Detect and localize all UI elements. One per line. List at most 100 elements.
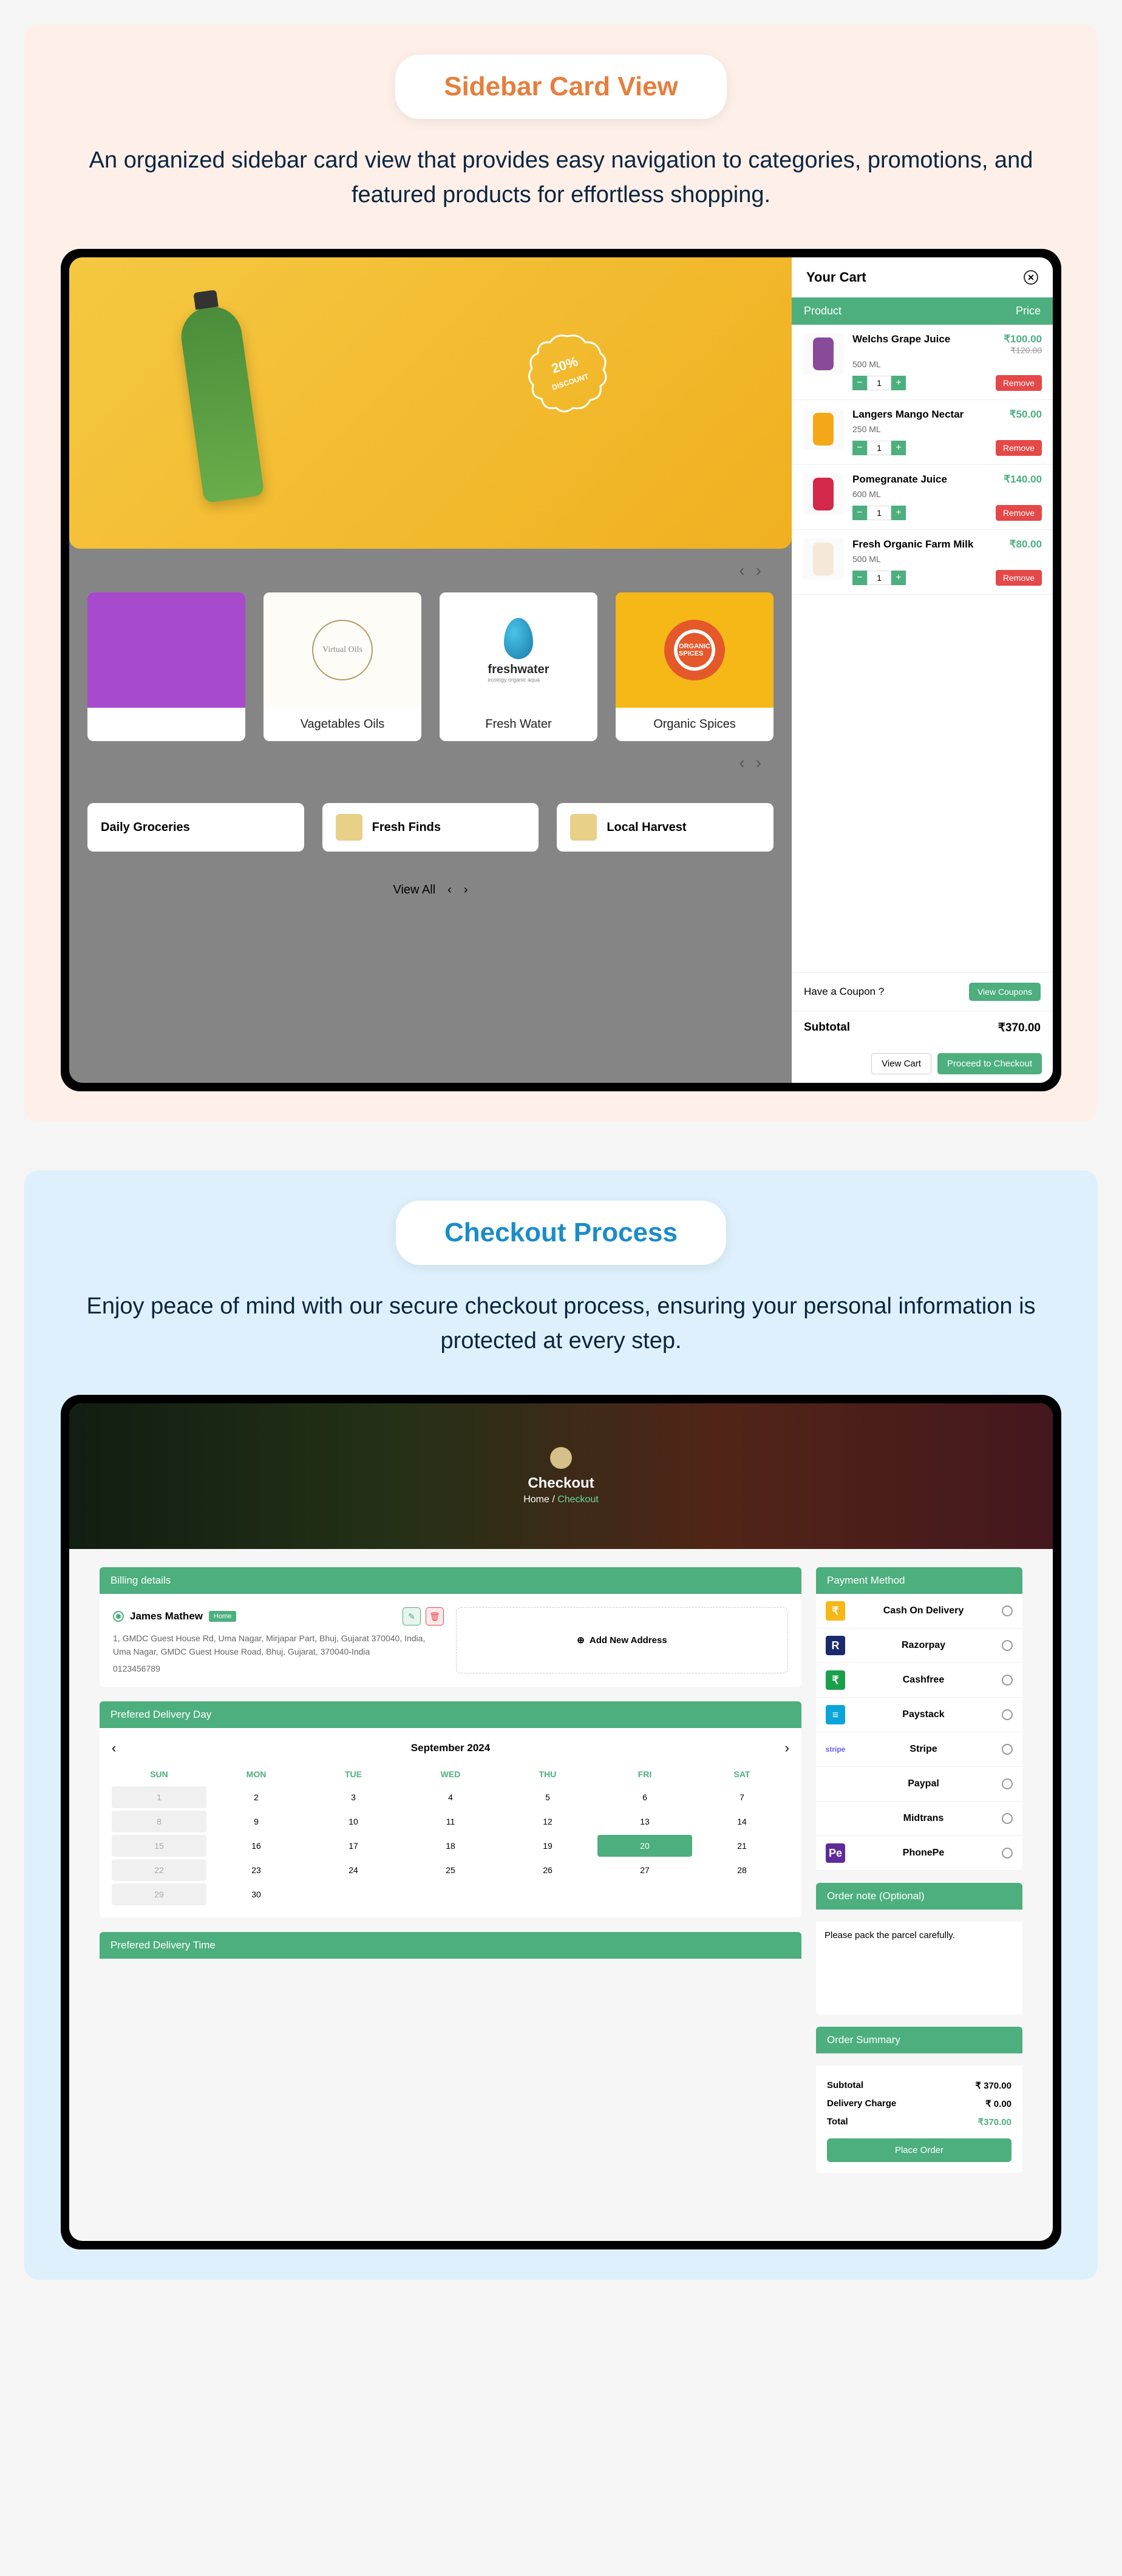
remove-button[interactable]: Remove bbox=[996, 440, 1042, 456]
cal-day[interactable]: 4 bbox=[403, 1786, 498, 1808]
next-icon[interactable]: › bbox=[756, 753, 761, 773]
order-note-input[interactable] bbox=[824, 1930, 1014, 2003]
cal-day[interactable]: 15 bbox=[112, 1835, 206, 1857]
payment-method[interactable]: stripe Stripe bbox=[816, 1732, 1022, 1767]
cal-day[interactable]: 3 bbox=[306, 1786, 401, 1808]
cal-prev-button[interactable]: ‹ bbox=[112, 1740, 116, 1756]
cal-day[interactable]: 5 bbox=[500, 1786, 595, 1808]
mini-card[interactable]: Fresh Finds bbox=[322, 803, 539, 852]
cart-item-name: Langers Mango Nectar bbox=[852, 408, 964, 421]
brand-card[interactable] bbox=[87, 592, 245, 741]
delete-icon[interactable]: 🗑 bbox=[426, 1607, 444, 1625]
mini-card[interactable]: Daily Groceries bbox=[87, 803, 304, 852]
qty-input[interactable] bbox=[867, 571, 891, 585]
summary-panel: Subtotal₹ 370.00Delivery Charge₹ 0.00 To… bbox=[816, 2066, 1022, 2173]
payment-method[interactable]: P Paypal bbox=[816, 1767, 1022, 1802]
cart-sidebar: Your Cart ✕ Product Price Welchs Grape J… bbox=[792, 257, 1053, 1083]
qty-input[interactable] bbox=[867, 376, 891, 390]
view-coupons-button[interactable]: View Coupons bbox=[969, 983, 1041, 1001]
qty-plus-button[interactable]: + bbox=[891, 441, 906, 455]
qty-plus-button[interactable]: + bbox=[891, 571, 906, 585]
remove-button[interactable]: Remove bbox=[996, 570, 1042, 586]
edit-icon[interactable]: ✎ bbox=[403, 1607, 421, 1625]
cal-weekday: MON bbox=[209, 1764, 304, 1784]
add-new-address-button[interactable]: ⊕ Add New Address bbox=[456, 1607, 788, 1673]
cal-day[interactable]: 2 bbox=[209, 1786, 304, 1808]
proceed-checkout-button[interactable]: Proceed to Checkout bbox=[937, 1053, 1042, 1074]
view-all-link[interactable]: View All bbox=[393, 883, 435, 897]
address-card[interactable]: James Mathew Home ✎ 🗑 1, GMDC Guest Hous… bbox=[113, 1607, 444, 1673]
cal-day[interactable]: 28 bbox=[695, 1859, 789, 1881]
radio-selected-icon[interactable] bbox=[113, 1611, 124, 1622]
next-icon[interactable]: › bbox=[756, 561, 761, 580]
crumb-home[interactable]: Home / bbox=[523, 1494, 557, 1505]
cal-day[interactable]: 11 bbox=[403, 1811, 498, 1832]
cal-day[interactable]: 13 bbox=[597, 1811, 692, 1832]
cal-day[interactable]: 26 bbox=[500, 1859, 595, 1881]
col-product: Product bbox=[804, 305, 841, 317]
remove-button[interactable]: Remove bbox=[996, 505, 1042, 521]
radio-icon[interactable] bbox=[1002, 1813, 1013, 1824]
cal-day[interactable]: 21 bbox=[695, 1835, 789, 1857]
qty-minus-button[interactable]: − bbox=[852, 506, 867, 520]
qty-minus-button[interactable]: − bbox=[852, 376, 867, 390]
mini-card[interactable]: Local Harvest bbox=[557, 803, 773, 852]
cal-day[interactable]: 12 bbox=[500, 1811, 595, 1832]
qty-minus-button[interactable]: − bbox=[852, 441, 867, 455]
place-order-button[interactable]: Place Order bbox=[827, 2138, 1011, 2162]
brand-cards-row: Virtual OilsVagetables Oilsfreshwatereco… bbox=[69, 592, 792, 741]
cal-next-button[interactable]: › bbox=[785, 1740, 789, 1756]
cal-day[interactable]: 24 bbox=[306, 1859, 401, 1881]
cal-day[interactable]: 27 bbox=[597, 1859, 692, 1881]
brand-card[interactable]: Virtual OilsVagetables Oils bbox=[264, 592, 421, 741]
cal-day[interactable]: 14 bbox=[695, 1811, 789, 1832]
cal-day[interactable]: 7 bbox=[695, 1786, 789, 1808]
carousel-nav-2: ‹ › bbox=[69, 741, 792, 785]
cal-day[interactable]: 23 bbox=[209, 1859, 304, 1881]
cal-day[interactable]: 25 bbox=[403, 1859, 498, 1881]
qty-minus-button[interactable]: − bbox=[852, 571, 867, 585]
payment-method[interactable]: ₹ Cash On Delivery bbox=[816, 1594, 1022, 1629]
cal-day[interactable]: 6 bbox=[597, 1786, 692, 1808]
cal-day[interactable]: 18 bbox=[403, 1835, 498, 1857]
qty-plus-button[interactable]: + bbox=[891, 376, 906, 390]
qty-plus-button[interactable]: + bbox=[891, 506, 906, 520]
cal-day[interactable]: 8 bbox=[112, 1811, 206, 1832]
close-icon[interactable]: ✕ bbox=[1024, 270, 1038, 285]
qty-input[interactable] bbox=[867, 506, 891, 520]
radio-icon[interactable] bbox=[1002, 1640, 1013, 1651]
section-title: Checkout Process bbox=[444, 1218, 678, 1248]
next-icon[interactable]: › bbox=[464, 883, 468, 897]
cal-day[interactable]: 20 bbox=[597, 1835, 692, 1857]
payment-method[interactable]: ● Midtrans bbox=[816, 1802, 1022, 1836]
prev-icon[interactable]: ‹ bbox=[447, 883, 452, 897]
radio-icon[interactable] bbox=[1002, 1605, 1013, 1616]
radio-icon[interactable] bbox=[1002, 1778, 1013, 1789]
cal-day[interactable]: 10 bbox=[306, 1811, 401, 1832]
payment-method[interactable]: R Razorpay bbox=[816, 1629, 1022, 1663]
cal-day[interactable]: 19 bbox=[500, 1835, 595, 1857]
radio-icon[interactable] bbox=[1002, 1848, 1013, 1859]
prev-icon[interactable]: ‹ bbox=[739, 753, 744, 773]
cart-item-name: Pomegranate Juice bbox=[852, 473, 947, 486]
radio-icon[interactable] bbox=[1002, 1709, 1013, 1720]
mini-cards-row: Daily Groceries Fresh Finds Local Harvest bbox=[69, 785, 792, 870]
cal-day[interactable]: 29 bbox=[112, 1883, 206, 1905]
view-cart-button[interactable]: View Cart bbox=[871, 1053, 931, 1074]
cal-day[interactable]: 30 bbox=[209, 1883, 304, 1905]
cal-day[interactable]: 1 bbox=[112, 1786, 206, 1808]
brand-card[interactable]: freshwaterecology organic aquaFresh Wate… bbox=[440, 592, 597, 741]
cal-day[interactable]: 17 bbox=[306, 1835, 401, 1857]
cal-day[interactable]: 16 bbox=[209, 1835, 304, 1857]
cal-day[interactable]: 22 bbox=[112, 1859, 206, 1881]
remove-button[interactable]: Remove bbox=[996, 375, 1042, 391]
prev-icon[interactable]: ‹ bbox=[739, 561, 744, 580]
qty-input[interactable] bbox=[867, 441, 891, 455]
brand-card[interactable]: ORGANICSPICESOrganic Spices bbox=[616, 592, 773, 741]
payment-method[interactable]: Pe PhonePe bbox=[816, 1836, 1022, 1871]
radio-icon[interactable] bbox=[1002, 1675, 1013, 1686]
cal-day[interactable]: 9 bbox=[209, 1811, 304, 1832]
payment-method[interactable]: ₹ Cashfree bbox=[816, 1663, 1022, 1698]
payment-method[interactable]: ≡ Paystack bbox=[816, 1698, 1022, 1732]
radio-icon[interactable] bbox=[1002, 1744, 1013, 1755]
